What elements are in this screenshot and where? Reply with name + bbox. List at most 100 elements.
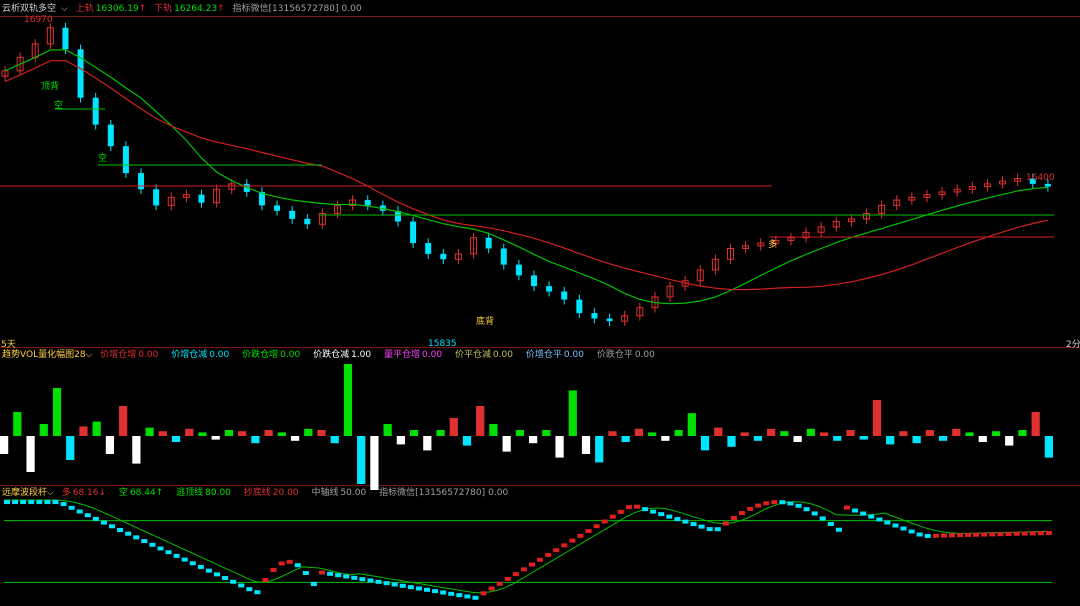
volume-bar [991, 431, 1001, 436]
chart-canvas[interactable] [0, 0, 1080, 606]
oscillator-block [60, 502, 67, 507]
panel2-title[interactable]: 趋势VOL量化幅图28 [2, 350, 86, 360]
volume-bar [952, 428, 961, 436]
oscillator-block [739, 511, 745, 516]
oscillator-block [997, 532, 1004, 537]
upper-rail-line [4, 49, 1048, 305]
oscillator-block [617, 509, 624, 514]
osc-mid-line: 中轴线 50.00 [311, 488, 367, 498]
oscillator-block [496, 581, 503, 586]
oscillator-block [1021, 531, 1028, 536]
oscillator-block [520, 567, 527, 572]
oscillator-block [1005, 531, 1012, 536]
volume-bar [727, 436, 736, 447]
oscillator-block [924, 533, 931, 538]
oscillator-block [367, 578, 374, 583]
volume-bar [251, 436, 260, 444]
oscillator-block [940, 533, 947, 538]
oscillator-block [634, 504, 640, 509]
candle [606, 318, 613, 322]
oscillator-block [424, 587, 430, 592]
oscillator-block [916, 532, 923, 537]
oscillator-block [383, 581, 390, 586]
oscillator-block [319, 570, 325, 575]
volume-bar [740, 432, 749, 436]
candle [576, 299, 583, 314]
panel2-header: 趋势VOL量化幅图28⌵ 价增仓增 0.00 价增仓减 0.00 价跌仓增 0.00 … [2, 348, 665, 362]
volume-bar [1031, 412, 1040, 436]
volume-bar [1005, 436, 1014, 446]
oscillator-block [76, 509, 83, 514]
oscillator-block [238, 583, 245, 588]
volume-bar [383, 424, 392, 436]
oscillator-block [391, 582, 398, 587]
oscillator-block [205, 568, 212, 573]
oscillator-block [246, 587, 253, 592]
oscillator-block [181, 557, 188, 562]
oscillator-block [327, 571, 334, 576]
panel3-title[interactable]: 远摩波段杆 [2, 488, 47, 498]
oscillator-block [545, 552, 552, 557]
oscillator-block [852, 508, 859, 513]
osc-top-line: 逃顶线 80.00 [176, 488, 231, 498]
volume-bar [370, 436, 379, 490]
oscillator-block [440, 590, 447, 595]
chevron-down-icon[interactable]: ⌵ [86, 350, 93, 360]
volume-bar [211, 436, 220, 440]
volume-bar [621, 436, 630, 442]
volume-bar [185, 428, 194, 436]
oscillator-block [682, 519, 689, 524]
oscillator-block [714, 527, 721, 532]
volume-bar [26, 436, 35, 472]
oscillator-block [294, 563, 301, 568]
volume-bar [819, 432, 829, 436]
volume-bar [476, 406, 485, 436]
volume-bar [132, 436, 141, 464]
oscillator-block [52, 500, 59, 505]
oscillator-block [844, 505, 850, 510]
oscillator-block [698, 524, 705, 529]
oscillator-block [92, 516, 99, 521]
volume-bar [277, 432, 286, 436]
volume-bar [886, 436, 895, 445]
chevron-down-icon[interactable]: ⌵ [47, 488, 54, 498]
volume-bar [793, 436, 802, 442]
oscillator-block [149, 542, 156, 547]
candle [500, 248, 507, 265]
oscillator-block [779, 500, 786, 505]
panel3-header: 远摩波段杆⌵ 多 68.16↓ 空 68.44↑ 逃顶线 80.00 抄底线 20.00… [2, 486, 518, 500]
volume-bar [238, 431, 247, 436]
volume-bar [79, 426, 88, 436]
volume-bar [872, 400, 882, 436]
volume-bar [357, 436, 366, 484]
candle [153, 189, 160, 206]
oscillator-block [593, 524, 600, 529]
candle [410, 221, 417, 244]
oscillator-block [84, 513, 91, 518]
volume-bar [833, 436, 842, 441]
vol-item-3: 价跌仓减 1.00 [313, 350, 372, 360]
oscillator-block [650, 509, 657, 514]
candle [531, 275, 537, 287]
volume-bar [542, 430, 551, 436]
volume-bar [66, 436, 75, 460]
oscillator-block [448, 591, 455, 596]
oscillator-block [117, 527, 124, 532]
oscillator-block [472, 595, 479, 600]
panel1-top-border [0, 16, 1080, 17]
oscillator-block [230, 579, 237, 584]
oscillator-block [432, 589, 439, 594]
oscillator-block [957, 533, 964, 538]
bottom-divergence-label: 底背 [476, 317, 495, 327]
oscillator-block [787, 501, 794, 506]
oscillator-block [504, 576, 511, 581]
volume-bar [925, 430, 934, 436]
oscillator-block [949, 533, 955, 538]
volume-bar [449, 418, 458, 436]
oscillator-block [28, 500, 35, 505]
candle [198, 194, 205, 203]
oscillator-block [601, 519, 608, 524]
volume-bar [52, 388, 62, 436]
oscillator-block [302, 571, 309, 576]
volume-bar [780, 431, 789, 436]
